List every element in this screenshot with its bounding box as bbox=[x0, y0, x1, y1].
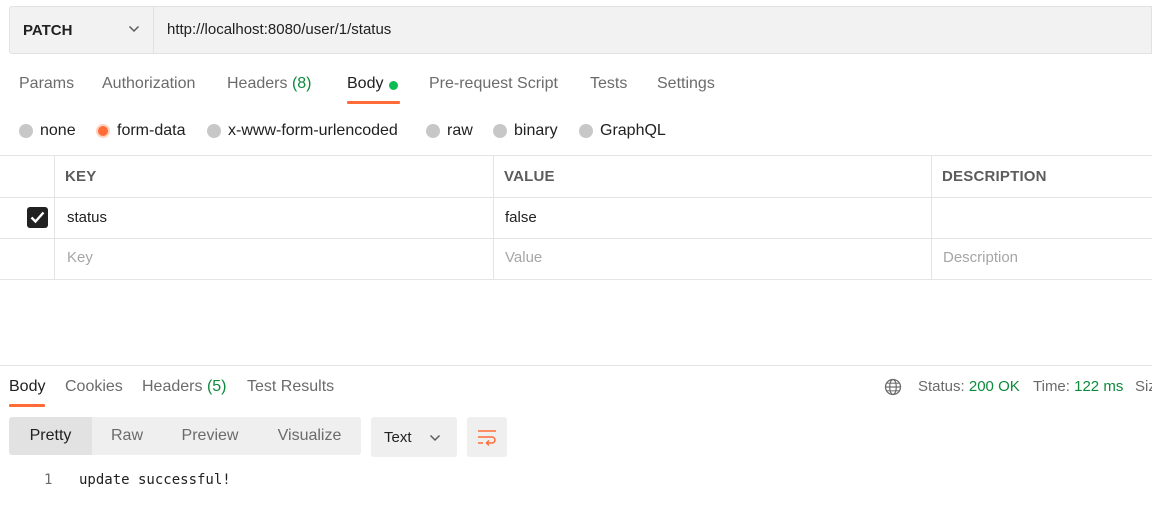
row-description-field[interactable] bbox=[943, 209, 1143, 227]
table-divider bbox=[0, 155, 1152, 156]
wrap-lines-icon bbox=[478, 430, 496, 447]
chevron-down-icon bbox=[128, 25, 140, 33]
radio-circle bbox=[19, 124, 33, 138]
tab-headers[interactable]: Headers (8) bbox=[227, 75, 312, 93]
method-select[interactable]: PATCH bbox=[10, 7, 154, 53]
url-input[interactable]: http://localhost:8080/user/1/status bbox=[167, 21, 391, 38]
row-enabled-checkbox[interactable] bbox=[27, 207, 48, 228]
tab-tests[interactable]: Tests bbox=[590, 75, 627, 93]
status-label: Status: bbox=[918, 378, 965, 395]
chevron-down-icon bbox=[429, 434, 441, 442]
radio-label: x-www-form-urlencoded bbox=[228, 122, 398, 139]
table-divider bbox=[0, 279, 1152, 280]
tab-params[interactable]: Params bbox=[19, 75, 74, 93]
radio-circle-selected bbox=[96, 124, 110, 138]
column-divider bbox=[54, 156, 55, 280]
column-header-key: KEY bbox=[65, 168, 97, 185]
radio-circle bbox=[493, 124, 507, 138]
new-key-input[interactable]: Key bbox=[67, 249, 93, 266]
radio-circle bbox=[579, 124, 593, 138]
wrap-lines-button[interactable] bbox=[467, 417, 507, 457]
view-mode-raw[interactable]: Raw bbox=[92, 417, 162, 455]
table-divider bbox=[0, 197, 1152, 198]
status-value: 200 OK bbox=[968, 378, 1020, 395]
tab-prerequest-script[interactable]: Pre-request Script bbox=[429, 75, 558, 93]
response-tab-cookies[interactable]: Cookies bbox=[65, 378, 123, 396]
response-tab-test-results[interactable]: Test Results bbox=[247, 378, 334, 396]
response-body-line: update successful! bbox=[79, 472, 231, 488]
radio-label: form-data bbox=[117, 122, 186, 139]
radio-none[interactable]: none bbox=[19, 121, 76, 141]
response-tab-headers-label: Headers bbox=[142, 378, 203, 395]
column-header-description: DESCRIPTION bbox=[942, 168, 1047, 185]
radio-label: raw bbox=[447, 122, 473, 139]
tab-authorization[interactable]: Authorization bbox=[102, 75, 195, 93]
new-value-input[interactable]: Value bbox=[505, 249, 542, 266]
response-tab-body[interactable]: Body bbox=[9, 378, 45, 396]
response-size-label: Siz bbox=[1135, 378, 1152, 395]
time-label: Time: bbox=[1033, 378, 1070, 395]
radio-form-data[interactable]: form-data bbox=[96, 121, 185, 141]
radio-raw[interactable]: raw bbox=[426, 121, 473, 141]
view-mode-segmented-control: Pretty Raw Preview Visualize bbox=[9, 417, 361, 455]
response-tab-headers-count: (5) bbox=[206, 378, 227, 395]
view-mode-pretty[interactable]: Pretty bbox=[9, 417, 92, 455]
response-tab-headers[interactable]: Headers (5) bbox=[142, 378, 227, 396]
column-header-value: VALUE bbox=[504, 168, 555, 185]
radio-label: none bbox=[40, 122, 76, 139]
tab-headers-label: Headers bbox=[227, 75, 288, 92]
response-active-underline bbox=[9, 404, 45, 407]
new-description-input[interactable]: Description bbox=[943, 249, 1018, 266]
response-divider bbox=[0, 365, 1152, 366]
active-tab-underline bbox=[347, 101, 400, 104]
time-value: 122 ms bbox=[1074, 378, 1124, 395]
request-url-bar: PATCH http://localhost:8080/user/1/statu… bbox=[9, 6, 1152, 54]
column-divider bbox=[493, 156, 494, 280]
tab-headers-count: (8) bbox=[291, 75, 312, 92]
radio-label: binary bbox=[514, 122, 558, 139]
body-modified-dot bbox=[389, 81, 398, 90]
radio-circle bbox=[207, 124, 221, 138]
view-mode-preview[interactable]: Preview bbox=[162, 417, 258, 455]
method-label: PATCH bbox=[23, 21, 73, 39]
format-select[interactable]: Text bbox=[371, 417, 457, 457]
radio-graphql[interactable]: GraphQL bbox=[579, 121, 666, 141]
radio-label: GraphQL bbox=[600, 122, 666, 139]
line-number: 1 bbox=[44, 472, 53, 488]
radio-urlencoded[interactable]: x-www-form-urlencoded bbox=[207, 121, 398, 141]
globe-icon[interactable] bbox=[884, 378, 902, 396]
response-status: Status: 200 OK bbox=[918, 378, 1020, 395]
radio-circle bbox=[426, 124, 440, 138]
tab-body[interactable]: Body bbox=[347, 75, 383, 93]
column-divider bbox=[931, 156, 932, 280]
tab-settings[interactable]: Settings bbox=[657, 75, 715, 93]
radio-binary[interactable]: binary bbox=[493, 121, 558, 141]
row-key-field[interactable]: status bbox=[67, 209, 107, 226]
response-time: Time: 122 ms bbox=[1033, 378, 1123, 395]
table-divider bbox=[0, 238, 1152, 239]
checkmark-icon bbox=[30, 211, 45, 224]
view-mode-visualize[interactable]: Visualize bbox=[258, 417, 361, 455]
format-label: Text bbox=[384, 428, 412, 446]
row-value-field[interactable]: false bbox=[505, 209, 537, 226]
